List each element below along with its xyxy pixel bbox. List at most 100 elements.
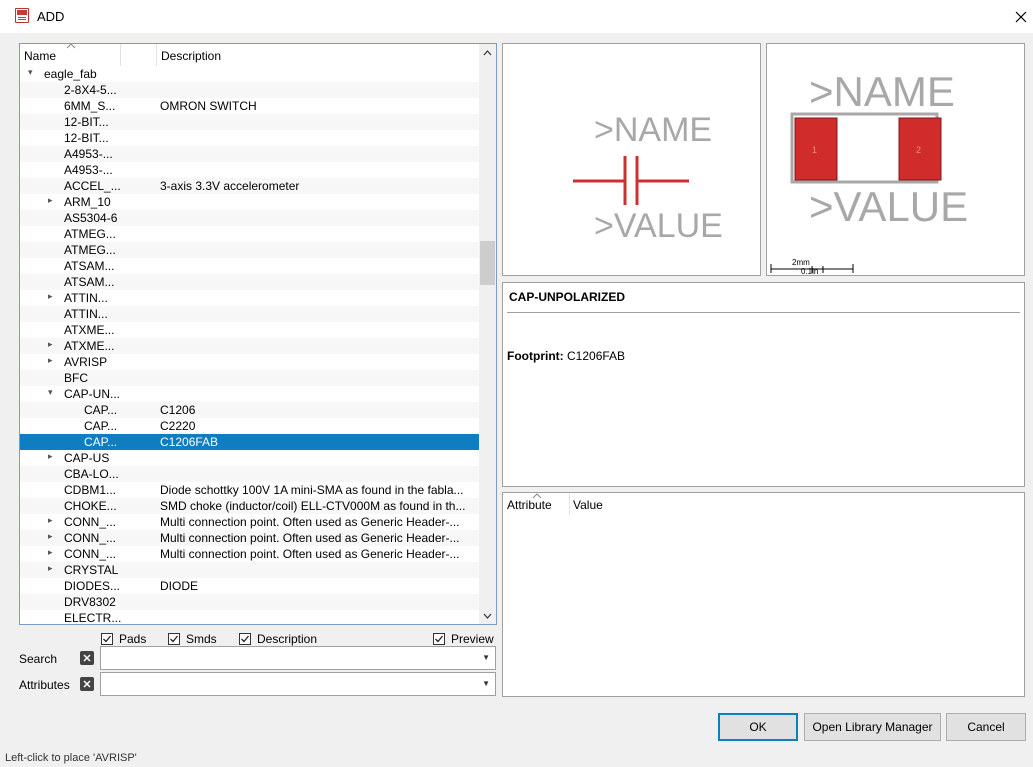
tree-row[interactable]: DIODES... DIODE	[20, 578, 479, 594]
tree-row[interactable]: 12-BIT...	[20, 130, 479, 146]
tree-row[interactable]: 6MM_S... OMRON SWITCH	[20, 98, 479, 114]
tree-row[interactable]: ▸ CONN_... Multi connection point. Often u…	[20, 514, 479, 530]
collapsed-arrow-icon[interactable]: ▸	[48, 547, 53, 558]
column-header-description[interactable]: Description	[161, 49, 221, 63]
scroll-up-button[interactable]	[479, 44, 496, 61]
tree-row[interactable]: DRV8302	[20, 594, 479, 610]
check-icon	[241, 635, 250, 643]
tree-row-name: CONN_...	[64, 515, 117, 529]
description-checkbox[interactable]: Description	[239, 631, 317, 647]
ok-button[interactable]: OK	[718, 713, 798, 741]
tree-row-name: ATTIN...	[64, 307, 108, 321]
tree-row[interactable]: ▾ CAP-UN...	[20, 386, 479, 402]
tree-row[interactable]: ▸ ARM_10	[20, 194, 479, 210]
tree-row-name: eagle_fab	[44, 67, 97, 81]
scroll-down-button[interactable]	[479, 607, 496, 624]
column-header-value[interactable]: Value	[573, 498, 603, 512]
clear-icon	[83, 680, 91, 688]
tree-row[interactable]: CBA-LO...	[20, 466, 479, 482]
search-combobox[interactable]: ▼	[100, 646, 496, 670]
tree-row[interactable]: ▾ eagle_fab	[20, 66, 479, 82]
pads-checkbox[interactable]: Pads	[101, 631, 146, 647]
tree-row-name: CONN_...	[64, 531, 117, 545]
tree-row[interactable]: ATSAM...	[20, 274, 479, 290]
clear-search-button[interactable]	[80, 651, 94, 665]
close-button[interactable]	[1008, 4, 1033, 29]
collapsed-arrow-icon[interactable]: ▸	[48, 195, 53, 206]
collapsed-arrow-icon[interactable]: ▸	[48, 355, 53, 366]
tree-row[interactable]: ATTIN...	[20, 306, 479, 322]
pad-2-label: 2	[916, 145, 921, 155]
tree-row[interactable]: ACCEL_... 3-axis 3.3V accelerometer	[20, 178, 479, 194]
tree-row[interactable]: ▸ AVRISP	[20, 354, 479, 370]
tree-row-selected[interactable]: CAP... C1206FAB	[20, 434, 479, 450]
library-tree[interactable]: Name Description ▾ eagle_fab 2-8X4-5... 6MM…	[19, 43, 497, 625]
column-header-name[interactable]: Name	[24, 49, 56, 63]
tree-row[interactable]: AS5304-6	[20, 210, 479, 226]
tree-row[interactable]: ATMEG...	[20, 226, 479, 242]
collapsed-arrow-icon[interactable]: ▸	[48, 451, 53, 462]
tree-row[interactable]: ▸ CAP-US	[20, 450, 479, 466]
tree-row[interactable]: ▸ ATXME...	[20, 338, 479, 354]
scale-in-label: 0.1in	[801, 267, 818, 275]
description-label: Description	[257, 632, 318, 646]
tree-row[interactable]: ATXME...	[20, 322, 479, 338]
checkbox-box	[433, 633, 445, 645]
column-divider	[569, 493, 570, 515]
collapsed-arrow-icon[interactable]: ▸	[48, 291, 53, 302]
tree-row[interactable]: A4953-...	[20, 146, 479, 162]
expanded-arrow-icon[interactable]: ▾	[28, 67, 33, 78]
tree-row-name: ATMEG...	[64, 243, 116, 257]
dropdown-arrow-icon[interactable]: ▼	[482, 653, 490, 662]
tree-row[interactable]: ▸ CONN_... Multi connection point. Often u…	[20, 530, 479, 546]
search-label: Search	[19, 652, 58, 666]
tree-row[interactable]: ▸ CONN_... Multi connection point. Often u…	[20, 546, 479, 562]
expanded-arrow-icon[interactable]: ▾	[48, 387, 53, 398]
symbol-preview: >NAME >VALUE	[502, 43, 761, 276]
attributes-input[interactable]	[104, 675, 474, 693]
tree-row[interactable]: 12-BIT...	[20, 114, 479, 130]
open-library-manager-button[interactable]: Open Library Manager	[804, 713, 941, 741]
tree-row[interactable]: A4953-...	[20, 162, 479, 178]
clear-attributes-button[interactable]	[80, 677, 94, 691]
tree-row-name: CBA-LO...	[64, 467, 119, 481]
scroll-thumb[interactable]	[480, 241, 495, 285]
tree-row-description: OMRON SWITCH	[160, 99, 257, 113]
collapsed-arrow-icon[interactable]: ▸	[48, 531, 53, 542]
tree-row-name: ATMEG...	[64, 227, 116, 241]
tree-row[interactable]: CDBM1... Diode schottky 100V 1A mini-SMA …	[20, 482, 479, 498]
tree-row[interactable]: BFC	[20, 370, 479, 386]
collapsed-arrow-icon[interactable]: ▸	[48, 563, 53, 574]
attributes-combobox[interactable]: ▼	[100, 672, 496, 696]
tree-row[interactable]: CHOKE... SMD choke (inductor/coil) ELL-CT…	[20, 498, 479, 514]
tree-row[interactable]: ATSAM...	[20, 258, 479, 274]
tree-row[interactable]: CAP... C2220	[20, 418, 479, 434]
collapsed-arrow-icon[interactable]: ▸	[48, 515, 53, 526]
tree-row-name: ATXME...	[64, 323, 115, 337]
cancel-button[interactable]: Cancel	[946, 713, 1026, 741]
tree-row[interactable]: ATMEG...	[20, 242, 479, 258]
chevron-down-icon	[483, 613, 492, 619]
clear-icon	[83, 654, 91, 662]
tree-row[interactable]: ELECTR...	[20, 610, 479, 624]
tree-row-description: C1206	[160, 403, 196, 417]
scale-mm-label: 2mm	[792, 258, 810, 267]
preview-checkbox[interactable]: Preview	[433, 631, 494, 647]
vertical-scrollbar[interactable]	[479, 44, 496, 624]
search-input[interactable]	[104, 649, 474, 667]
tree-row-name: 12-BIT...	[64, 131, 109, 145]
tree-row[interactable]: CAP... C1206	[20, 402, 479, 418]
status-text: Left-click to place 'AVRISP'	[5, 752, 137, 764]
tree-row[interactable]: ▸ CRYSTAL	[20, 562, 479, 578]
tree-row[interactable]: 2-8X4-5...	[20, 82, 479, 98]
package-name-text: >NAME	[809, 68, 955, 115]
column-divider	[156, 44, 157, 66]
collapsed-arrow-icon[interactable]: ▸	[48, 339, 53, 350]
column-header-attribute[interactable]: Attribute	[507, 498, 552, 512]
checkbox-box	[239, 633, 251, 645]
tree-row-description: 3-axis 3.3V accelerometer	[160, 179, 300, 193]
attribute-table[interactable]: Attribute Value	[502, 492, 1025, 697]
smds-checkbox[interactable]: Smds	[168, 631, 217, 647]
dropdown-arrow-icon[interactable]: ▼	[482, 679, 490, 688]
tree-row[interactable]: ▸ ATTIN...	[20, 290, 479, 306]
